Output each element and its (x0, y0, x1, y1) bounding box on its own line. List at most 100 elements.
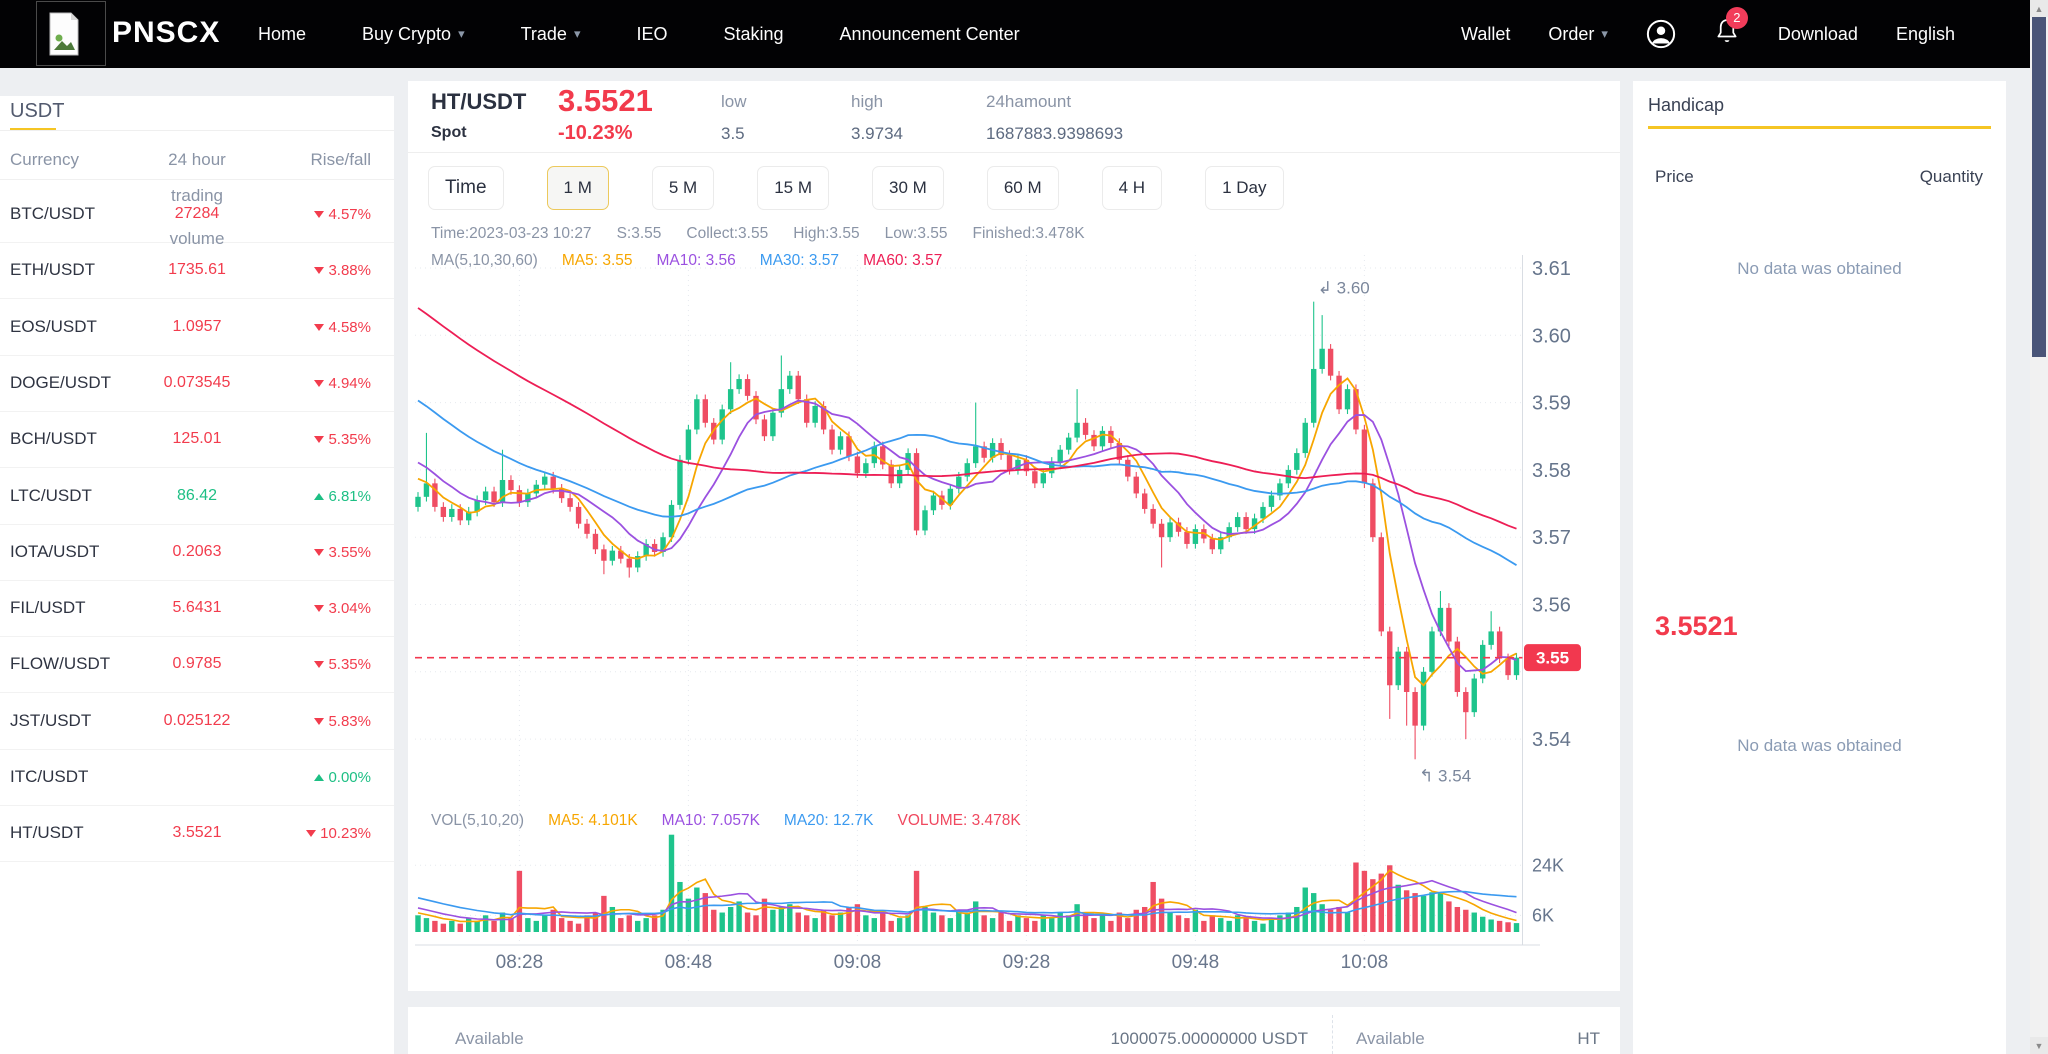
language-selector[interactable]: English (1896, 24, 1955, 45)
triangle-down-icon (314, 549, 324, 556)
pair-change: 3.55% (314, 544, 371, 561)
tab-border (0, 130, 394, 131)
info-segment: Low:3.55 (885, 225, 948, 243)
market-row-flow-usdt[interactable]: FLOW/USDT0.97855.35% (0, 637, 394, 693)
market-row-ht-usdt[interactable]: HT/USDT3.552110.23% (0, 806, 394, 862)
pair-volume: 5.6431 (112, 599, 282, 617)
y-axis-labels: 3.613.603.593.583.573.563.5424K6K (1532, 258, 1571, 925)
pair-volume: 86.42 (112, 487, 282, 505)
amount-label: 24hamount (986, 92, 1071, 112)
triangle-up-icon (314, 774, 324, 781)
asks-empty-state: No data was obtained (1633, 259, 2006, 279)
high-label: high (851, 92, 883, 112)
grid-layer (415, 255, 1540, 945)
tab-usdt[interactable]: USDT (10, 100, 64, 123)
pair-change: 10.23% (306, 825, 371, 842)
timeframe-1-day[interactable]: 1 Day (1205, 166, 1283, 210)
timeframe-4-h[interactable]: 4 H (1102, 166, 1162, 210)
triangle-up-icon (314, 493, 324, 500)
market-row-eos-usdt[interactable]: EOS/USDT1.09574.58% (0, 300, 394, 356)
pair-symbol: ETH/USDT (10, 260, 95, 280)
pair-volume: 27284 (112, 205, 282, 223)
available-label-left: Available (455, 1029, 524, 1049)
change-percent: -10.23% (558, 122, 633, 145)
nav-item-announcement-center[interactable]: Announcement Center (840, 24, 1020, 45)
volume-ma-lines (418, 870, 1517, 921)
volume-legend: VOL(5,10,20)MA5: 4.101KMA10: 7.057KMA20:… (431, 812, 1021, 830)
timeframe-5-m[interactable]: 5 M (652, 166, 714, 210)
legend-item: MA60: 3.57 (863, 252, 942, 270)
legend-item: VOLUME: 3.478K (898, 812, 1021, 830)
pair-title: HT/USDT (431, 89, 526, 115)
kline-chart[interactable]: 3.553.613.603.593.583.573.563.5424K6K08:… (415, 255, 1605, 980)
pair-change: 5.83% (314, 713, 371, 730)
svg-text:10:08: 10:08 (1341, 952, 1389, 973)
nav-item-order[interactable]: Order▾ (1548, 24, 1608, 45)
handicap-underline (1648, 126, 1991, 129)
pair-symbol: BCH/USDT (10, 429, 97, 449)
download-link[interactable]: Download (1778, 24, 1858, 45)
legend-item: MA20: 12.7K (784, 812, 874, 830)
triangle-down-icon (314, 661, 324, 668)
timeframe-60-m[interactable]: 60 M (987, 166, 1059, 210)
pair-volume: 0.9785 (112, 655, 282, 673)
market-row-jst-usdt[interactable]: JST/USDT0.0251225.83% (0, 694, 394, 750)
available-value-right: HT (1408, 1029, 1600, 1049)
nav-item-wallet[interactable]: Wallet (1461, 24, 1510, 45)
triangle-down-icon (314, 718, 324, 725)
pair-volume: 0.2063 (112, 543, 282, 561)
chevron-down-icon: ▾ (1601, 26, 1608, 42)
market-row-itc-usdt[interactable]: ITC/USDT0.00% (0, 750, 394, 806)
nav-item-home[interactable]: Home (258, 24, 306, 45)
market-row-ltc-usdt[interactable]: LTC/USDT86.426.81% (0, 469, 394, 525)
svg-text:3.61: 3.61 (1532, 258, 1571, 280)
nav-item-staking[interactable]: Staking (724, 24, 784, 45)
timeframe-1-m[interactable]: 1 M (547, 166, 609, 210)
nav-item-trade[interactable]: Trade▾ (521, 24, 581, 45)
available-value-left: 1000075.00000000 USDT (708, 1029, 1308, 1049)
candlestick-layer (415, 302, 1519, 760)
market-row-iota-usdt[interactable]: IOTA/USDT 0.2063 3.55% (0, 525, 394, 581)
pair-change: 3.88% (314, 262, 371, 279)
nav-item-buy-crypto[interactable]: Buy Crypto▾ (362, 24, 465, 45)
timeframe-15-m[interactable]: 15 M (757, 166, 829, 210)
scroll-down-arrow[interactable]: ▼ (2030, 1037, 2048, 1054)
info-segment: Collect:3.55 (686, 225, 768, 243)
pair-change: 6.81% (314, 488, 371, 505)
page-scrollbar[interactable]: ▲ ▼ (2030, 0, 2048, 1054)
main-menu: Home Buy Crypto▾ Trade▾ IEO Staking Announcem… (258, 0, 1020, 68)
timeframe-time[interactable]: Time (428, 166, 504, 210)
handicap-panel: Handicap Price Quantity No data was obta… (1633, 81, 2006, 1054)
nav-item-ieo[interactable]: IEO (636, 24, 667, 45)
scrollbar-thumb[interactable] (2032, 17, 2046, 357)
pair-symbol: ITC/USDT (10, 767, 88, 787)
market-row-bch-usdt[interactable]: BCH/USDT125.015.35% (0, 412, 394, 468)
market-row-eth-usdt[interactable]: ETH/USDT 1735.61 3.88% (0, 243, 394, 299)
user-avatar-icon[interactable] (1646, 19, 1676, 49)
timeframe-30-m[interactable]: 30 M (872, 166, 944, 210)
info-segment: High:3.55 (793, 225, 859, 243)
low-label: low (721, 92, 747, 112)
column-volume-wrap1: trading (112, 186, 282, 206)
scroll-up-arrow[interactable]: ▲ (2030, 0, 2048, 17)
pair-symbol: FLOW/USDT (10, 654, 110, 674)
header-divider (408, 152, 1620, 153)
pair-symbol: IOTA/USDT (10, 542, 99, 562)
logo[interactable] (36, 1, 106, 66)
column-risefall: Rise/fall (311, 150, 371, 170)
legend-prefix: VOL(5,10,20) (431, 812, 524, 830)
market-row-doge-usdt[interactable]: DOGE/USDT0.0735454.94% (0, 356, 394, 412)
high-value: 3.9734 (851, 124, 903, 144)
chevron-down-icon: ▾ (574, 26, 581, 42)
brand-logo-text[interactable]: PNSCX (112, 16, 220, 50)
notifications-bell[interactable]: 2 (1714, 17, 1740, 52)
book-quantity-label: Quantity (1920, 167, 1983, 187)
market-row-fil-usdt[interactable]: FIL/USDT5.64313.04% (0, 581, 394, 637)
pair-volume: 1735.61 (112, 261, 282, 279)
pair-symbol: DOGE/USDT (10, 373, 111, 393)
svg-text:24K: 24K (1532, 855, 1564, 875)
svg-text:09:48: 09:48 (1172, 952, 1220, 973)
pair-symbol: FIL/USDT (10, 598, 86, 618)
ma-lines (418, 308, 1517, 685)
svg-text:3.54: 3.54 (1532, 729, 1571, 751)
